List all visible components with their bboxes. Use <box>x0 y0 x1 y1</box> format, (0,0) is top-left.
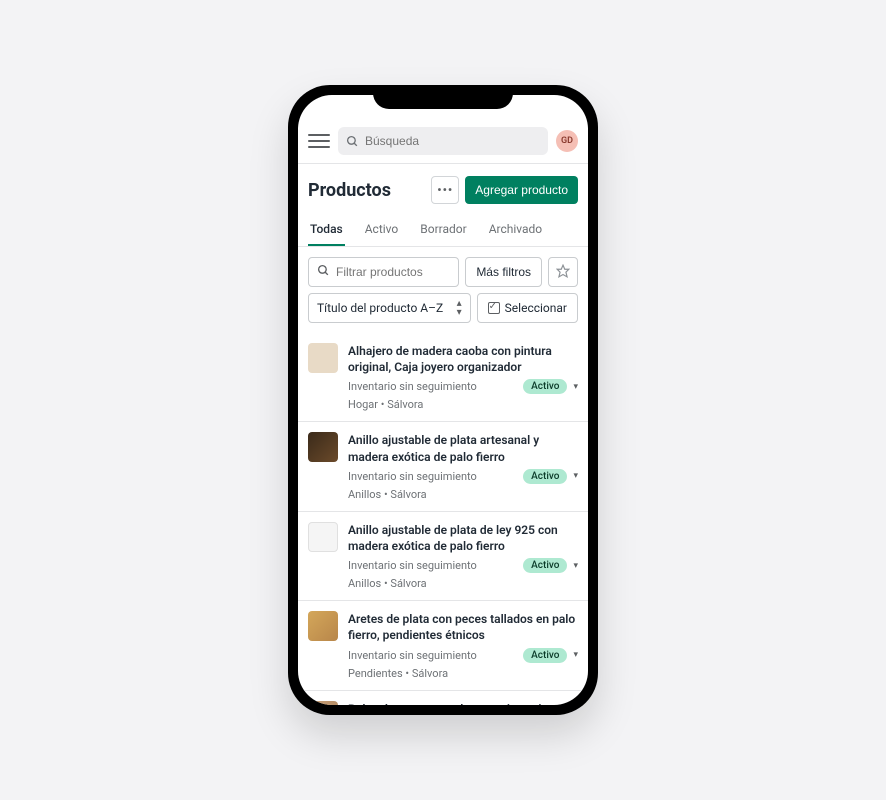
more-filters-button[interactable]: Más filtros <box>465 257 542 287</box>
sort-caret-icon: ▴▾ <box>457 299 462 318</box>
page-header: Productos ••• Agregar producto <box>298 164 588 214</box>
list-item[interactable]: Bolsa de cuero y madera preciosa vintage… <box>298 690 588 706</box>
checkbox-icon <box>488 302 500 314</box>
tab-borrador[interactable]: Borrador <box>418 214 468 246</box>
product-category: Hogar • Sálvora <box>348 398 578 411</box>
status-badge: Activo <box>523 469 567 484</box>
product-thumbnail <box>308 522 338 552</box>
chevron-down-icon[interactable]: ▾ <box>573 650 578 660</box>
inventory-text: Inventario sin seguimiento <box>348 380 477 393</box>
inventory-text: Inventario sin seguimiento <box>348 559 477 572</box>
product-thumbnail <box>308 701 338 706</box>
search-icon <box>317 264 330 280</box>
product-category: Pendientes • Sálvora <box>348 667 578 680</box>
sort-select[interactable]: Título del producto A–Z ▴▾ <box>308 293 471 323</box>
list-item[interactable]: Anillo ajustable de plata artesanal y ma… <box>298 421 588 510</box>
product-thumbnail <box>308 343 338 373</box>
chevron-down-icon[interactable]: ▾ <box>573 561 578 571</box>
tabs: Todas Activo Borrador Archivado <box>298 214 588 247</box>
sort-label: Título del producto A–Z <box>317 301 443 315</box>
status-badge: Activo <box>523 379 567 394</box>
select-label: Seleccionar <box>505 301 567 315</box>
search-field[interactable] <box>338 127 548 155</box>
tab-archivado[interactable]: Archivado <box>487 214 544 246</box>
filter-products-field[interactable] <box>308 257 459 287</box>
list-item[interactable]: Alhajero de madera caoba con pintura ori… <box>298 333 588 421</box>
product-category: Anillos • Sálvora <box>348 577 578 590</box>
select-button[interactable]: Seleccionar <box>477 293 578 323</box>
add-product-button[interactable]: Agregar producto <box>465 176 578 204</box>
menu-icon[interactable] <box>308 130 330 152</box>
search-icon <box>346 135 359 148</box>
inventory-text: Inventario sin seguimiento <box>348 470 477 483</box>
dots-icon: ••• <box>437 183 453 197</box>
star-icon <box>556 264 570 281</box>
more-actions-button[interactable]: ••• <box>431 176 459 204</box>
save-view-button[interactable] <box>548 257 578 287</box>
avatar[interactable]: GD <box>556 130 578 152</box>
product-thumbnail <box>308 611 338 641</box>
chevron-down-icon[interactable]: ▾ <box>573 382 578 392</box>
list-item[interactable]: Aretes de plata con peces tallados en pa… <box>298 600 588 689</box>
search-input[interactable] <box>365 134 540 148</box>
inventory-text: Inventario sin seguimiento <box>348 649 477 662</box>
phone-frame: GD Productos ••• Agregar producto Todas A… <box>288 85 598 715</box>
product-thumbnail <box>308 432 338 462</box>
tab-todas[interactable]: Todas <box>308 214 345 246</box>
sort-select-row: Título del producto A–Z ▴▾ Seleccionar <box>298 293 588 333</box>
product-title: Aretes de plata con peces tallados en pa… <box>348 611 578 643</box>
list-item[interactable]: Anillo ajustable de plata de ley 925 con… <box>298 511 588 600</box>
filters-row: Más filtros <box>298 247 588 293</box>
status-badge: Activo <box>523 558 567 573</box>
chevron-down-icon[interactable]: ▾ <box>573 471 578 481</box>
phone-notch <box>373 85 513 109</box>
product-title: Alhajero de madera caoba con pintura ori… <box>348 343 578 375</box>
product-title: Anillo ajustable de plata artesanal y ma… <box>348 432 578 464</box>
product-list: Alhajero de madera caoba con pintura ori… <box>298 333 588 705</box>
product-title: Anillo ajustable de plata de ley 925 con… <box>348 522 578 554</box>
page-title: Productos <box>308 180 391 201</box>
product-title: Bolsa de cuero y madera preciosa vintage… <box>348 701 578 706</box>
status-badge: Activo <box>523 648 567 663</box>
tab-activo[interactable]: Activo <box>363 214 401 246</box>
filter-products-input[interactable] <box>336 265 450 279</box>
phone-screen: GD Productos ••• Agregar producto Todas A… <box>298 95 588 705</box>
product-category: Anillos • Sálvora <box>348 488 578 501</box>
